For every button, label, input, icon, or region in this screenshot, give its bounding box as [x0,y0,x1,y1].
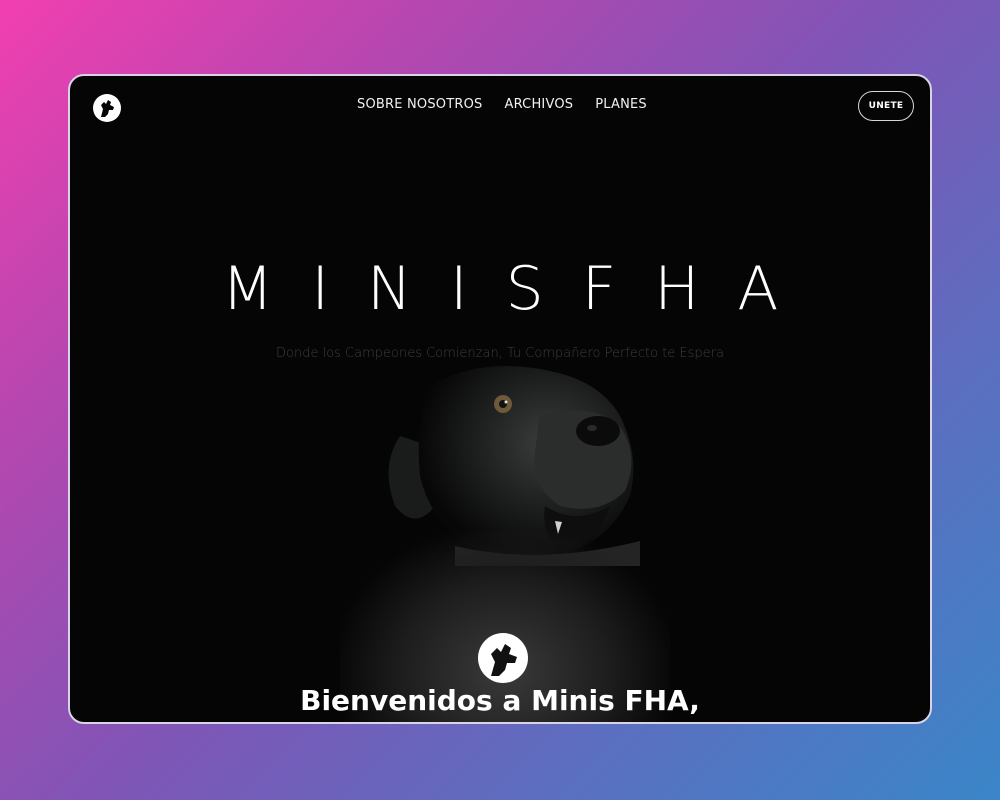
nav-link-plans[interactable]: PLANES [595,97,647,112]
main-nav: SOBRE NOSOTROS ARCHIVOS PLANES [357,97,647,112]
dog-head-logo-icon [478,633,528,683]
nav-link-about[interactable]: SOBRE NOSOTROS [357,97,482,112]
browser-window: SOBRE NOSOTROS ARCHIVOS PLANES UNETE MIN… [68,74,932,724]
nav-link-archives[interactable]: ARCHIVOS [504,97,573,112]
logo-icon[interactable] [92,93,122,123]
join-button[interactable]: UNETE [858,91,914,121]
welcome-heading: Bienvenidos a Minis FHA, [300,684,700,717]
hero-title: MINISFHA [221,254,817,324]
